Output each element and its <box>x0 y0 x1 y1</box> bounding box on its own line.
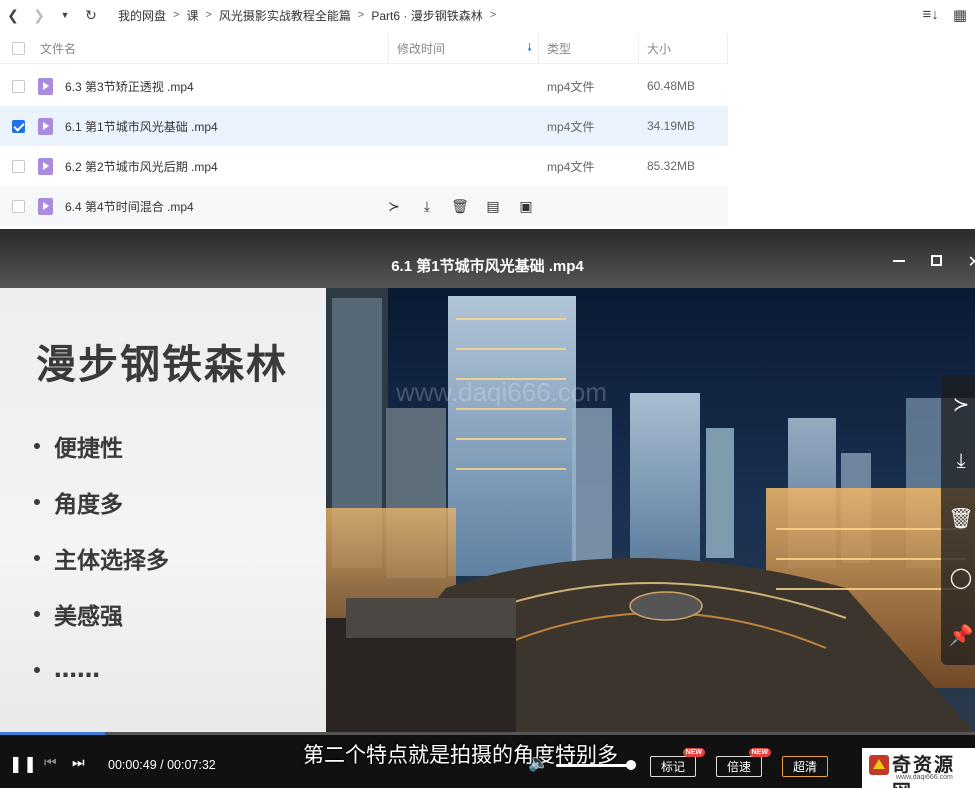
file-size: 60.48MB <box>647 79 696 93</box>
slide-bullet: …… <box>34 642 169 698</box>
column-header-size[interactable]: 大小 <box>638 33 728 64</box>
file-size: 85.32MB <box>647 159 696 173</box>
breadcrumb-item[interactable]: Part6 · 漫步钢铁森林 <box>371 7 482 24</box>
top-bar: ❮ ❯ ▼ ↻ 我的网盘 > 课 > 风光摄影实战教程全能篇 > Part6 ·… <box>0 0 975 30</box>
table-row[interactable]: 6.2 第2节城市风光后期 .mp4 mp4文件 85.32MB <box>0 146 728 186</box>
previous-button[interactable]: ⏮ <box>44 754 57 771</box>
history-dropdown-icon[interactable]: ▼ <box>52 0 78 30</box>
quality-button[interactable]: 超清 <box>782 756 828 777</box>
video-file-icon <box>38 77 53 95</box>
city-night-photo <box>326 288 975 733</box>
volume-slider-handle[interactable] <box>626 760 636 770</box>
slide-bullet: 角度多 <box>34 474 169 530</box>
download-icon[interactable]: ⤓ <box>957 450 966 473</box>
row-checkbox[interactable] <box>11 79 25 93</box>
logo-url: www.daqi666.com <box>896 774 953 781</box>
settings-icon[interactable]: ◯ <box>950 565 972 590</box>
speed-button[interactable]: 倍速 NEW <box>716 748 771 777</box>
slide-bullet: 主体选择多 <box>34 530 169 586</box>
table-row[interactable]: 6.1 第1节城市风光基础 .mp4 mp4文件 34.19MB <box>0 106 728 146</box>
player-controls: 第二个特点就是拍摄的角度特别多 ❚❚ ⏮ ⏭ 00:00:49 / 00:07:… <box>0 735 975 788</box>
new-badge: NEW <box>748 748 771 757</box>
pin-icon[interactable]: 📌 <box>949 623 974 648</box>
select-all-checkbox[interactable] <box>11 42 25 55</box>
file-size: 34.19MB <box>647 119 696 133</box>
sort-desc-icon: 🠗 <box>527 42 532 54</box>
file-name[interactable]: 6.3 第3节矫正透视 .mp4 <box>65 78 194 95</box>
row-actions: ≻ ⤓ 🗑 ▤ ▣ <box>386 198 534 215</box>
video-file-icon <box>38 117 53 135</box>
video-title: 6.1 第1节城市风光基础 .mp4 <box>391 258 584 275</box>
file-name[interactable]: 6.2 第2节城市风光后期 .mp4 <box>65 158 218 175</box>
video-file-icon <box>38 157 53 175</box>
column-header-modified[interactable]: 修改时间 🠗 <box>388 33 538 64</box>
new-badge: NEW <box>682 748 705 757</box>
volume-slider[interactable] <box>556 764 630 767</box>
next-button[interactable]: ⏭ <box>72 754 85 771</box>
breadcrumb-item[interactable]: 风光摄影实战教程全能篇 <box>219 7 351 24</box>
download-icon[interactable]: ⤓ <box>419 198 435 215</box>
slide-bullet: 美感强 <box>34 586 169 642</box>
playback-time: 00:00:49 / 00:07:32 <box>108 758 216 772</box>
column-header-type[interactable]: 类型 <box>538 33 638 64</box>
file-list: 6.3 第3节矫正透视 .mp4 mp4文件 60.48MB 6.1 第1节城市… <box>0 66 728 226</box>
maximize-icon[interactable] <box>930 255 942 266</box>
volume-icon[interactable]: 🔈 <box>528 753 549 773</box>
breadcrumb-item[interactable]: 课 <box>186 7 198 24</box>
column-header-modified-label: 修改时间 <box>397 42 446 56</box>
file-name[interactable]: 6.4 第4节时间混合 .mp4 <box>65 198 194 215</box>
file-type: mp4文件 <box>547 159 595 174</box>
pause-button[interactable]: ❚❚ <box>9 754 38 774</box>
slide-bullet-list: 便捷性 角度多 主体选择多 美感强 …… <box>34 418 169 698</box>
back-button[interactable]: ❮ <box>0 0 26 30</box>
delete-icon[interactable]: 🗑 <box>948 506 973 531</box>
breadcrumb-separator-icon: > <box>173 9 180 21</box>
breadcrumb-separator-icon: > <box>357 9 365 21</box>
sort-icon[interactable]: ≡↓ <box>923 6 939 24</box>
logo-text: 奇资源网 <box>892 754 956 788</box>
more-icon[interactable]: ▣ <box>518 198 534 215</box>
watermark-text: www.daqi666.com <box>396 377 607 407</box>
forward-button[interactable]: ❯ <box>26 0 52 30</box>
video-player: 6.1 第1节城市风光基础 .mp4 ✕ 漫步钢铁森林 便捷性 角度多 主体选择… <box>0 229 975 788</box>
share-icon[interactable]: ≻ <box>386 198 402 215</box>
column-header-name[interactable]: 文件名 <box>36 40 388 57</box>
slide-text-panel: 漫步钢铁森林 便捷性 角度多 主体选择多 美感强 …… <box>0 288 326 733</box>
breadcrumb-separator-icon: > <box>205 9 212 21</box>
city-skyline-image <box>326 288 975 733</box>
grid-view-icon[interactable]: ▦ <box>953 6 967 24</box>
video-file-icon <box>38 197 53 215</box>
refresh-icon[interactable]: ↻ <box>78 0 104 30</box>
share-icon[interactable]: ≻ <box>953 392 970 417</box>
slide-title: 漫步钢铁森林 <box>36 342 288 388</box>
rename-icon[interactable]: ▤ <box>485 198 501 215</box>
mark-button[interactable]: 标记 NEW <box>650 748 705 777</box>
table-row[interactable]: 6.4 第4节时间混合 .mp4 ≻ ⤓ 🗑 ▤ ▣ <box>0 186 728 226</box>
site-logo: 奇资源网 www.daqi666.com <box>862 748 975 788</box>
table-row[interactable]: 6.3 第3节矫正透视 .mp4 mp4文件 60.48MB <box>0 66 728 106</box>
row-checkbox[interactable] <box>11 159 25 173</box>
player-side-toolbar: ≻ ⤓ 🗑 ◯ 📌 <box>941 375 975 665</box>
delete-icon[interactable]: 🗑 <box>451 198 469 215</box>
breadcrumb-separator-icon: > <box>489 9 497 21</box>
row-checkbox[interactable] <box>11 119 25 133</box>
close-icon[interactable]: ✕ <box>968 252 975 272</box>
file-type: mp4文件 <box>547 79 595 94</box>
file-type: mp4文件 <box>547 119 595 134</box>
logo-emblem-icon <box>869 755 889 775</box>
file-name[interactable]: 6.1 第1节城市风光基础 .mp4 <box>65 118 218 135</box>
breadcrumb-item[interactable]: 我的网盘 <box>118 7 166 24</box>
row-checkbox[interactable] <box>11 199 25 213</box>
breadcrumb: 我的网盘 > 课 > 风光摄影实战教程全能篇 > Part6 · 漫步钢铁森林 … <box>118 7 503 24</box>
file-list-header: 文件名 修改时间 🠗 类型 大小 <box>0 33 728 64</box>
player-title-bar: 6.1 第1节城市风光基础 .mp4 ✕ <box>0 229 975 288</box>
slide-bullet: 便捷性 <box>34 418 169 474</box>
minimize-icon[interactable] <box>892 260 905 262</box>
